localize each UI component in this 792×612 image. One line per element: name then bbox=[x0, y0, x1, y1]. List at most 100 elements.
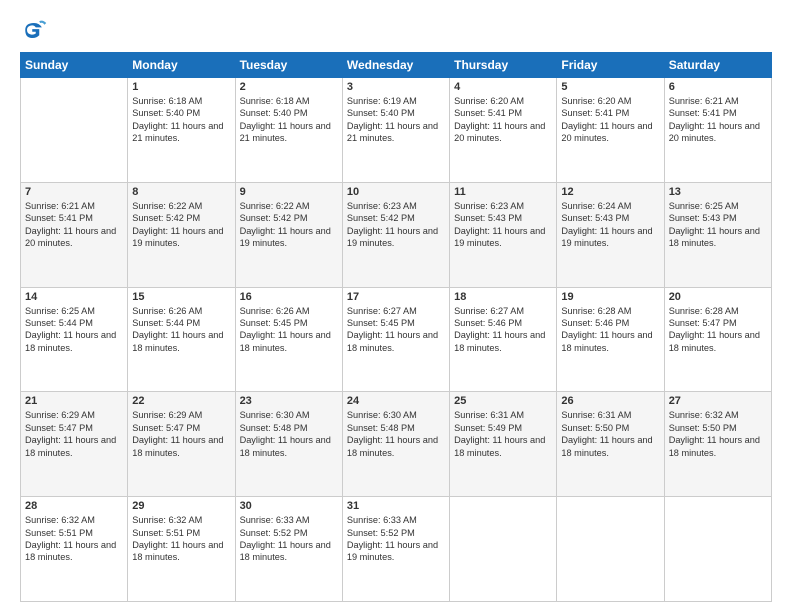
day-number: 19 bbox=[561, 291, 659, 303]
day-number: 8 bbox=[132, 186, 230, 198]
week-row-2: 7 Sunrise: 6:21 AMSunset: 5:41 PMDayligh… bbox=[21, 182, 772, 287]
weekday-header-saturday: Saturday bbox=[664, 53, 771, 78]
calendar-cell: 12 Sunrise: 6:24 AMSunset: 5:43 PMDaylig… bbox=[557, 182, 664, 287]
day-number: 24 bbox=[347, 395, 445, 407]
day-number: 4 bbox=[454, 81, 552, 93]
day-number: 14 bbox=[25, 291, 123, 303]
cell-content: Sunrise: 6:26 AMSunset: 5:45 PMDaylight:… bbox=[240, 306, 331, 353]
week-row-3: 14 Sunrise: 6:25 AMSunset: 5:44 PMDaylig… bbox=[21, 287, 772, 392]
logo-icon bbox=[20, 16, 48, 44]
calendar-cell: 6 Sunrise: 6:21 AMSunset: 5:41 PMDayligh… bbox=[664, 78, 771, 183]
calendar-cell: 24 Sunrise: 6:30 AMSunset: 5:48 PMDaylig… bbox=[342, 392, 449, 497]
cell-content: Sunrise: 6:31 AMSunset: 5:49 PMDaylight:… bbox=[454, 410, 545, 457]
calendar-cell: 25 Sunrise: 6:31 AMSunset: 5:49 PMDaylig… bbox=[450, 392, 557, 497]
weekday-header-monday: Monday bbox=[128, 53, 235, 78]
day-number: 18 bbox=[454, 291, 552, 303]
day-number: 1 bbox=[132, 81, 230, 93]
calendar-cell: 14 Sunrise: 6:25 AMSunset: 5:44 PMDaylig… bbox=[21, 287, 128, 392]
cell-content: Sunrise: 6:21 AMSunset: 5:41 PMDaylight:… bbox=[669, 96, 760, 143]
cell-content: Sunrise: 6:28 AMSunset: 5:47 PMDaylight:… bbox=[669, 306, 760, 353]
day-number: 21 bbox=[25, 395, 123, 407]
calendar-cell: 18 Sunrise: 6:27 AMSunset: 5:46 PMDaylig… bbox=[450, 287, 557, 392]
week-row-1: 1 Sunrise: 6:18 AMSunset: 5:40 PMDayligh… bbox=[21, 78, 772, 183]
calendar-cell: 9 Sunrise: 6:22 AMSunset: 5:42 PMDayligh… bbox=[235, 182, 342, 287]
day-number: 9 bbox=[240, 186, 338, 198]
day-number: 15 bbox=[132, 291, 230, 303]
day-number: 25 bbox=[454, 395, 552, 407]
calendar-cell: 8 Sunrise: 6:22 AMSunset: 5:42 PMDayligh… bbox=[128, 182, 235, 287]
cell-content: Sunrise: 6:18 AMSunset: 5:40 PMDaylight:… bbox=[240, 96, 331, 143]
cell-content: Sunrise: 6:18 AMSunset: 5:40 PMDaylight:… bbox=[132, 96, 223, 143]
day-number: 13 bbox=[669, 186, 767, 198]
cell-content: Sunrise: 6:20 AMSunset: 5:41 PMDaylight:… bbox=[454, 96, 545, 143]
cell-content: Sunrise: 6:32 AMSunset: 5:50 PMDaylight:… bbox=[669, 410, 760, 457]
day-number: 7 bbox=[25, 186, 123, 198]
header bbox=[20, 16, 772, 44]
calendar-cell bbox=[664, 497, 771, 602]
calendar-cell: 21 Sunrise: 6:29 AMSunset: 5:47 PMDaylig… bbox=[21, 392, 128, 497]
cell-content: Sunrise: 6:32 AMSunset: 5:51 PMDaylight:… bbox=[132, 515, 223, 562]
week-row-5: 28 Sunrise: 6:32 AMSunset: 5:51 PMDaylig… bbox=[21, 497, 772, 602]
cell-content: Sunrise: 6:22 AMSunset: 5:42 PMDaylight:… bbox=[240, 201, 331, 248]
day-number: 16 bbox=[240, 291, 338, 303]
week-row-4: 21 Sunrise: 6:29 AMSunset: 5:47 PMDaylig… bbox=[21, 392, 772, 497]
day-number: 20 bbox=[669, 291, 767, 303]
calendar-cell: 10 Sunrise: 6:23 AMSunset: 5:42 PMDaylig… bbox=[342, 182, 449, 287]
cell-content: Sunrise: 6:23 AMSunset: 5:43 PMDaylight:… bbox=[454, 201, 545, 248]
day-number: 6 bbox=[669, 81, 767, 93]
day-number: 28 bbox=[25, 500, 123, 512]
cell-content: Sunrise: 6:29 AMSunset: 5:47 PMDaylight:… bbox=[132, 410, 223, 457]
cell-content: Sunrise: 6:27 AMSunset: 5:45 PMDaylight:… bbox=[347, 306, 438, 353]
cell-content: Sunrise: 6:33 AMSunset: 5:52 PMDaylight:… bbox=[347, 515, 438, 562]
cell-content: Sunrise: 6:30 AMSunset: 5:48 PMDaylight:… bbox=[240, 410, 331, 457]
calendar-cell: 20 Sunrise: 6:28 AMSunset: 5:47 PMDaylig… bbox=[664, 287, 771, 392]
cell-content: Sunrise: 6:31 AMSunset: 5:50 PMDaylight:… bbox=[561, 410, 652, 457]
weekday-header-sunday: Sunday bbox=[21, 53, 128, 78]
calendar-cell bbox=[450, 497, 557, 602]
calendar-cell: 29 Sunrise: 6:32 AMSunset: 5:51 PMDaylig… bbox=[128, 497, 235, 602]
cell-content: Sunrise: 6:23 AMSunset: 5:42 PMDaylight:… bbox=[347, 201, 438, 248]
cell-content: Sunrise: 6:22 AMSunset: 5:42 PMDaylight:… bbox=[132, 201, 223, 248]
cell-content: Sunrise: 6:25 AMSunset: 5:44 PMDaylight:… bbox=[25, 306, 116, 353]
calendar-cell bbox=[21, 78, 128, 183]
page: SundayMondayTuesdayWednesdayThursdayFrid… bbox=[0, 0, 792, 612]
cell-content: Sunrise: 6:26 AMSunset: 5:44 PMDaylight:… bbox=[132, 306, 223, 353]
calendar-cell: 30 Sunrise: 6:33 AMSunset: 5:52 PMDaylig… bbox=[235, 497, 342, 602]
calendar-cell: 2 Sunrise: 6:18 AMSunset: 5:40 PMDayligh… bbox=[235, 78, 342, 183]
cell-content: Sunrise: 6:30 AMSunset: 5:48 PMDaylight:… bbox=[347, 410, 438, 457]
cell-content: Sunrise: 6:21 AMSunset: 5:41 PMDaylight:… bbox=[25, 201, 116, 248]
calendar-cell: 22 Sunrise: 6:29 AMSunset: 5:47 PMDaylig… bbox=[128, 392, 235, 497]
calendar-cell: 16 Sunrise: 6:26 AMSunset: 5:45 PMDaylig… bbox=[235, 287, 342, 392]
calendar-table: SundayMondayTuesdayWednesdayThursdayFrid… bbox=[20, 52, 772, 602]
calendar-cell: 31 Sunrise: 6:33 AMSunset: 5:52 PMDaylig… bbox=[342, 497, 449, 602]
day-number: 29 bbox=[132, 500, 230, 512]
cell-content: Sunrise: 6:20 AMSunset: 5:41 PMDaylight:… bbox=[561, 96, 652, 143]
weekday-header-friday: Friday bbox=[557, 53, 664, 78]
cell-content: Sunrise: 6:24 AMSunset: 5:43 PMDaylight:… bbox=[561, 201, 652, 248]
calendar-cell: 23 Sunrise: 6:30 AMSunset: 5:48 PMDaylig… bbox=[235, 392, 342, 497]
cell-content: Sunrise: 6:25 AMSunset: 5:43 PMDaylight:… bbox=[669, 201, 760, 248]
calendar-cell: 27 Sunrise: 6:32 AMSunset: 5:50 PMDaylig… bbox=[664, 392, 771, 497]
day-number: 5 bbox=[561, 81, 659, 93]
cell-content: Sunrise: 6:28 AMSunset: 5:46 PMDaylight:… bbox=[561, 306, 652, 353]
cell-content: Sunrise: 6:33 AMSunset: 5:52 PMDaylight:… bbox=[240, 515, 331, 562]
day-number: 30 bbox=[240, 500, 338, 512]
cell-content: Sunrise: 6:32 AMSunset: 5:51 PMDaylight:… bbox=[25, 515, 116, 562]
day-number: 3 bbox=[347, 81, 445, 93]
day-number: 23 bbox=[240, 395, 338, 407]
calendar-cell: 3 Sunrise: 6:19 AMSunset: 5:40 PMDayligh… bbox=[342, 78, 449, 183]
day-number: 10 bbox=[347, 186, 445, 198]
cell-content: Sunrise: 6:29 AMSunset: 5:47 PMDaylight:… bbox=[25, 410, 116, 457]
calendar-cell: 5 Sunrise: 6:20 AMSunset: 5:41 PMDayligh… bbox=[557, 78, 664, 183]
calendar-cell: 17 Sunrise: 6:27 AMSunset: 5:45 PMDaylig… bbox=[342, 287, 449, 392]
day-number: 12 bbox=[561, 186, 659, 198]
calendar-cell: 4 Sunrise: 6:20 AMSunset: 5:41 PMDayligh… bbox=[450, 78, 557, 183]
weekday-header-tuesday: Tuesday bbox=[235, 53, 342, 78]
calendar-cell: 13 Sunrise: 6:25 AMSunset: 5:43 PMDaylig… bbox=[664, 182, 771, 287]
calendar-cell: 7 Sunrise: 6:21 AMSunset: 5:41 PMDayligh… bbox=[21, 182, 128, 287]
day-number: 26 bbox=[561, 395, 659, 407]
calendar-cell: 11 Sunrise: 6:23 AMSunset: 5:43 PMDaylig… bbox=[450, 182, 557, 287]
day-number: 27 bbox=[669, 395, 767, 407]
day-number: 17 bbox=[347, 291, 445, 303]
calendar-cell bbox=[557, 497, 664, 602]
